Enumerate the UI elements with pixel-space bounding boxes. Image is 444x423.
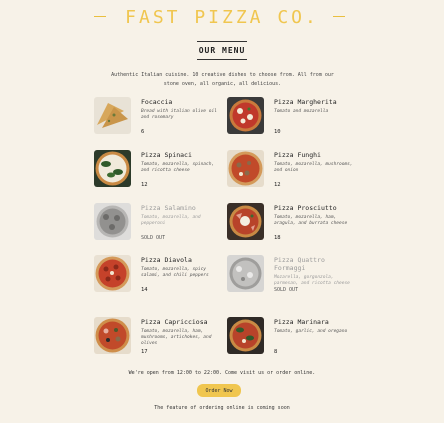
pizza-photo: [94, 255, 131, 292]
pizza-ingredients: Tomato, mozarella, spinach, and ricotta …: [141, 162, 215, 173]
pizza-photo: [227, 203, 264, 240]
pizza-photo: [227, 150, 264, 187]
coming-soon-text: The feature of ordering online is coming…: [154, 405, 290, 411]
pizza-name: Pizza Salamino: [141, 204, 196, 212]
opening-hours-text: We're open from 12:00 to 22:00. Come vis…: [128, 370, 316, 376]
pizza-ingredients: Tomato, mozarella, mushrooms, and onion: [274, 162, 353, 173]
pizza-ingredients: Bread with italian olive oil and rosemar…: [141, 109, 217, 120]
pizza-ingredients: Tomato, mozarella, ham, aragula, and bur…: [274, 215, 348, 226]
pizza-photo: [94, 317, 131, 354]
pizza-ingredients: Tomato, mozarella, ham, mushrooms, artic…: [141, 329, 212, 346]
pizza-photo: [94, 150, 131, 187]
pizza-price: 12: [274, 182, 281, 188]
pizza-price: 10: [274, 129, 281, 135]
pizza-item: Pizza Funghi Tomato, mozarella, mushroom…: [227, 150, 353, 190]
menu-intro: Authentic Italian cuisine. 10 creative d…: [111, 72, 334, 87]
pizza-name: Pizza Margherita: [274, 98, 337, 106]
pizza-item: Pizza Margherita Tomato and mozarella 10: [227, 97, 345, 137]
header-bar: FAST PIZZA CO.: [0, 4, 444, 30]
pizza-photo: [227, 97, 264, 134]
pizza-ingredients: Tomato and mozarella: [274, 109, 329, 114]
pizza-name: Pizza Prosciutto: [274, 204, 337, 212]
pizza-price: 18: [274, 235, 281, 241]
menu-section-title: OUR MENU: [0, 41, 444, 60]
pizza-item: Pizza Spinaci Tomato, mozarella, spinach…: [94, 150, 214, 190]
order-now-button[interactable]: Order Now: [197, 384, 241, 397]
pizza-name: Focaccia: [141, 98, 173, 106]
pizza-photo: [227, 317, 264, 354]
header-rule-left: [94, 16, 106, 17]
pizza-name: Pizza Marinara: [274, 318, 329, 326]
header-rule-right: [333, 16, 345, 17]
pizza-item: Pizza Quattro Formaggi Mozarella, gorgon…: [227, 255, 350, 295]
brand-logo-text: FAST PIZZA CO.: [125, 6, 319, 28]
pizza-price: 14: [141, 287, 148, 293]
pizza-ingredients: Tomato, mozarella, and pepperoni: [141, 215, 201, 226]
menu-title: OUR MENU: [196, 41, 248, 60]
pizza-item: Pizza Capricciosa Tomato, mozarella, ham…: [94, 317, 212, 357]
pizza-price: 6: [141, 129, 145, 135]
pizza-ingredients: Tomato, mozarella, spicy salami, and chi…: [141, 267, 209, 278]
pizza-photo: [227, 255, 264, 292]
pizza-photo: [94, 203, 131, 240]
pizza-name: Pizza Spinaci: [141, 151, 192, 159]
pizza-item: Pizza Marinara Tomato, garlic, and orega…: [227, 317, 347, 357]
pizza-item: Focaccia Bread with italian olive oil an…: [94, 97, 217, 137]
sold-out-label: SOLD OUT: [274, 287, 299, 293]
pizza-ingredients: Mozarella, gorgonzola, parmesan, and ric…: [274, 275, 350, 286]
pizza-ingredients: Tomato, garlic, and oregano: [274, 329, 348, 334]
pizza-name: Pizza Diavola: [141, 256, 192, 264]
pizza-name: Pizza Quattro Formaggi: [274, 256, 325, 272]
pizza-item: Pizza Prosciutto Tomato, mozarella, ham,…: [227, 203, 347, 243]
pizza-name: Pizza Capricciosa: [141, 318, 208, 326]
pizza-price: 8: [274, 349, 278, 355]
pizza-price: 17: [141, 349, 148, 355]
pizza-item: Pizza Diavola Tomato, mozarella, spicy s…: [94, 255, 212, 295]
sold-out-label: SOLD OUT: [141, 235, 166, 241]
pizza-price: 12: [141, 182, 148, 188]
pizza-name: Pizza Funghi: [274, 151, 321, 159]
pizza-item: Pizza Salamino Tomato, mozarella, and pe…: [94, 203, 212, 243]
pizza-photo: [94, 97, 131, 134]
